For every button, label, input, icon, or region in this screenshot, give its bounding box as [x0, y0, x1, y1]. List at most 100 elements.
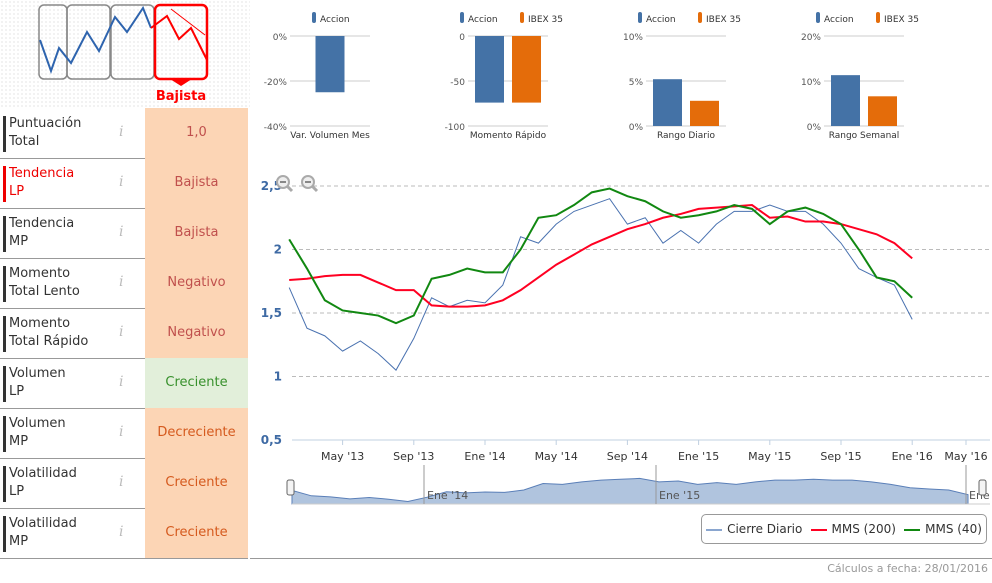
- legend-symbol: [816, 12, 820, 23]
- x-axis-label: Rango Semanal: [829, 131, 900, 141]
- x-tick-label: May '13: [321, 450, 364, 463]
- trend-line-down: [150, 14, 208, 61]
- navigator-handle-left[interactable]: [286, 479, 295, 496]
- x-tick-label: Sep '15: [820, 450, 861, 463]
- navigator-handle-right[interactable]: [978, 479, 987, 496]
- y-tick-label: 20%: [801, 33, 821, 43]
- legend-label: IBEX 35: [706, 15, 741, 25]
- indicator-value: Decreciente: [145, 408, 248, 458]
- info-icon[interactable]: i: [119, 224, 123, 240]
- magnifier-handle: [285, 184, 294, 193]
- y-tick-label: 1,5: [261, 306, 282, 320]
- y-tick-label: 5%: [629, 78, 644, 88]
- indicator-label: Puntuación Total: [9, 116, 82, 149]
- row-marker: [3, 466, 6, 502]
- x-tick-label: Ene '15: [678, 450, 719, 463]
- indicator-label: Volatilidad MP: [9, 516, 77, 549]
- row-marker: [3, 316, 6, 352]
- x-axis-label: Momento Rápido: [470, 131, 547, 141]
- info-icon[interactable]: i: [119, 124, 123, 140]
- info-icon[interactable]: i: [119, 174, 123, 190]
- trend-label: Bajista: [156, 89, 206, 104]
- legend-label: IBEX 35: [884, 15, 919, 25]
- y-tick-label: 0%: [807, 123, 822, 133]
- legend-label: Cierre Diario: [727, 522, 803, 536]
- x-tick-label: Sep '14: [607, 450, 648, 463]
- indicator-label: Tendencia LP: [9, 166, 75, 199]
- legend-label: MMS (200): [831, 522, 896, 536]
- x-axis-label: Rango Diario: [657, 131, 716, 141]
- legend-label: MMS (40): [925, 522, 982, 536]
- y-tick-label: 0%: [629, 123, 644, 133]
- indicator-value: Creciente: [145, 358, 248, 408]
- indicator-row: Volatilidad LP i Creciente: [0, 458, 248, 509]
- row-marker: [3, 516, 6, 552]
- info-icon[interactable]: i: [119, 524, 123, 540]
- footer-divider: [250, 558, 992, 559]
- info-icon[interactable]: i: [119, 424, 123, 440]
- row-marker: [3, 416, 6, 452]
- y-tick-label: 10%: [801, 78, 821, 88]
- info-icon[interactable]: i: [119, 324, 123, 340]
- indicator-value: Negativo: [145, 308, 248, 358]
- info-icon[interactable]: i: [119, 274, 123, 290]
- info-icon[interactable]: i: [119, 374, 123, 390]
- indicator-label: Tendencia MP: [9, 216, 75, 249]
- trend-pointer-icon: [170, 79, 192, 86]
- y-tick-label: -40%: [264, 123, 288, 133]
- legend-symbol: [460, 12, 464, 23]
- x-axis-label: Var. Volumen Mes: [290, 131, 370, 141]
- y-tick-label: -50: [450, 78, 465, 88]
- indicator-value: Creciente: [145, 508, 248, 558]
- navigator-area: [291, 477, 969, 505]
- x-tick-label: Sep '13: [393, 450, 434, 463]
- bar-ibex-35: [868, 96, 897, 126]
- x-tick-label: May '15: [748, 450, 791, 463]
- indicator-label: Volumen MP: [9, 416, 66, 449]
- y-tick-label: 10%: [623, 33, 643, 43]
- indicator-label: Volumen LP: [9, 366, 66, 399]
- y-tick-label: 0%: [273, 33, 288, 43]
- trend-box-3: [110, 4, 155, 80]
- indicator-row: Volumen LP i Creciente: [0, 358, 248, 409]
- navigator-label: Ene '14: [427, 489, 468, 502]
- indicator-value: Bajista: [145, 208, 248, 258]
- series-line-mms-200: [289, 204, 913, 308]
- legend-item-mms200[interactable]: MMS (200): [810, 522, 896, 536]
- y-tick-label: 0,5: [261, 433, 282, 447]
- info-icon[interactable]: i: [119, 474, 123, 490]
- trend-diagram: Bajista: [38, 3, 209, 104]
- chart-legend: Cierre Diario MMS (200) MMS (40): [701, 514, 987, 544]
- legend-symbol: [698, 12, 702, 23]
- legend-symbol: [876, 12, 880, 23]
- legend-symbol: [312, 12, 316, 23]
- x-tick-label: May '16: [944, 450, 987, 463]
- indicator-row: Momento Total Rápido i Negativo: [0, 308, 248, 359]
- legend-symbol: [520, 12, 524, 23]
- bar-ibex-35: [690, 100, 719, 126]
- x-tick-label: Ene '14: [464, 450, 505, 463]
- legend-label: Accion: [468, 15, 498, 25]
- calculation-date: Cálculos a fecha: 28/01/2016: [827, 562, 988, 575]
- zoom-out-icon[interactable]: [301, 175, 319, 193]
- indicator-row: Volumen MP i Decreciente: [0, 408, 248, 459]
- legend-item-mms40[interactable]: MMS (40): [904, 522, 982, 536]
- indicator-row: Tendencia MP i Bajista: [0, 208, 248, 259]
- magnifier-handle: [310, 184, 319, 193]
- price-chart: 0,511,522,5May '13 Sep '13 Ene '14 May '14 S…: [261, 175, 990, 505]
- indicator-row: Volatilidad MP i Creciente: [0, 508, 248, 559]
- indicator-row: Tendencia LP i Bajista: [0, 158, 248, 209]
- row-marker: [3, 366, 6, 402]
- x-tick-label: Ene '16: [892, 450, 933, 463]
- bar-accion: [475, 36, 504, 103]
- legend-item-cierre[interactable]: Cierre Diario: [706, 522, 802, 536]
- legend-label: Accion: [646, 15, 676, 25]
- row-marker: [3, 266, 6, 302]
- row-marker: [3, 116, 6, 152]
- indicator-label: Volatilidad LP: [9, 466, 77, 499]
- y-tick-label: 2: [274, 243, 282, 257]
- indicator-bar-charts: 0% -20% -40% Accion Var. Volumen Mes 0 -50 -100…: [264, 12, 919, 141]
- trend-widget: Bajista: [0, 0, 250, 108]
- x-tick-label: May '14: [535, 450, 578, 463]
- indicator-label: Momento Total Lento: [9, 266, 80, 299]
